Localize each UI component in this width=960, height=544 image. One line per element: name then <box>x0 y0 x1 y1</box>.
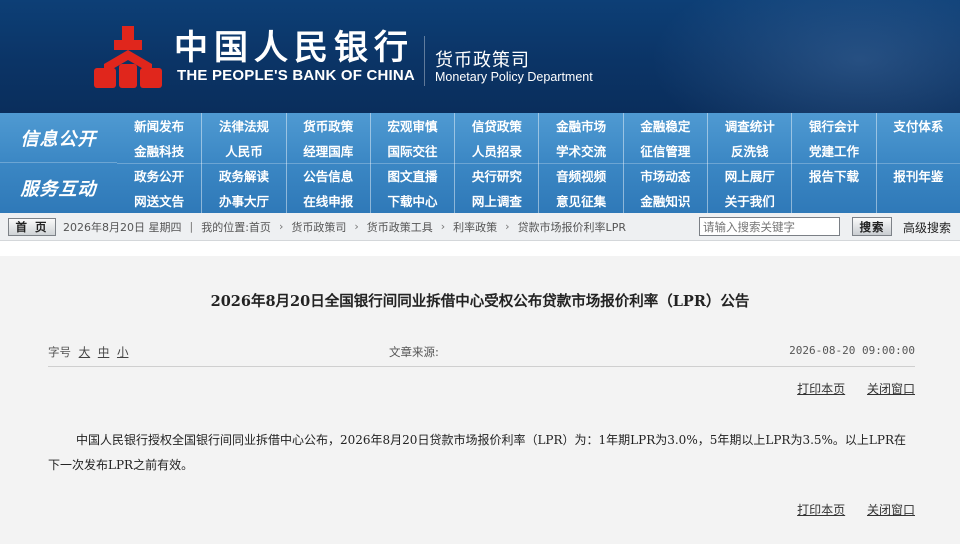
nav-item[interactable]: 下载中心 <box>369 188 454 213</box>
separator: | <box>189 220 194 233</box>
nav-item[interactable]: 新闻发布 <box>117 113 201 138</box>
breadcrumb-item[interactable]: 货币政策工具 <box>367 219 433 235</box>
nav-item[interactable]: 网上展厅 <box>707 163 791 188</box>
nav-item[interactable]: 征信管理 <box>622 138 707 163</box>
nav-item[interactable]: 央行研究 <box>454 163 538 188</box>
nav-item[interactable]: 金融知识 <box>622 188 707 213</box>
banner-glow <box>650 0 960 113</box>
header-divider <box>424 36 425 86</box>
main-nav: 信息公开 服务互动 新闻发布 法律法规 货币政策 宏观审慎 信贷政策 金融市场 … <box>0 113 960 213</box>
nav-item[interactable]: 报告下载 <box>791 163 875 188</box>
print-link[interactable]: 打印本页 <box>797 382 845 396</box>
nav-item[interactable]: 信贷政策 <box>454 113 538 138</box>
nav-item[interactable]: 政务公开 <box>117 163 201 188</box>
advanced-search-link[interactable]: 高级搜索 <box>903 219 951 236</box>
nav-item[interactable]: 网送文告 <box>117 188 201 213</box>
nav-item[interactable]: 办事大厅 <box>201 188 285 213</box>
nav-item[interactable]: 法律法规 <box>201 113 285 138</box>
font-large-link[interactable]: 大 <box>79 345 91 359</box>
nav-item-empty <box>875 138 960 163</box>
article-tools-top: 打印本页 关闭窗口 <box>779 380 915 397</box>
nav-item[interactable]: 宏观审慎 <box>369 113 454 138</box>
header-banner: 中国人民银行 THE PEOPLE'S BANK OF CHINA 货币政策司 … <box>0 0 960 113</box>
meta-divider <box>48 366 915 367</box>
nav-item[interactable]: 音频视频 <box>538 163 622 188</box>
nav-item[interactable]: 政务解读 <box>201 163 285 188</box>
breadcrumb-item[interactable]: 货币政策司 <box>291 219 346 235</box>
nav-item[interactable]: 关于我们 <box>707 188 791 213</box>
nav-row-2: 金融科技 人民币 经理国库 国际交往 人员招录 学术交流 征信管理 反洗钱 党建… <box>117 138 960 163</box>
font-small-link[interactable]: 小 <box>117 345 129 359</box>
bank-name-en: THE PEOPLE'S BANK OF CHINA <box>177 67 415 84</box>
nav-section-service: 服务互动 <box>20 179 97 200</box>
nav-item[interactable]: 货币政策 <box>285 113 370 138</box>
nav-row-3: 政务公开 政务解读 公告信息 图文直播 央行研究 音频视频 市场动态 网上展厅 … <box>117 163 960 188</box>
article-tools-bottom: 打印本页 关闭窗口 <box>779 501 915 518</box>
nav-item[interactable]: 网上调查 <box>454 188 538 213</box>
print-link[interactable]: 打印本页 <box>797 503 845 517</box>
chevron-right-icon: › <box>440 220 446 233</box>
nav-item[interactable]: 党建工作 <box>791 138 875 163</box>
chevron-right-icon: › <box>505 220 510 233</box>
nav-item-empty <box>791 188 875 213</box>
dept-name-cn: 货币政策司 <box>435 50 530 71</box>
nav-item[interactable]: 报刊年鉴 <box>875 163 960 188</box>
nav-item[interactable]: 国际交往 <box>369 138 454 163</box>
nav-item-empty <box>875 188 960 213</box>
breadcrumb-bar: 首 页 2026年8月20日 星期四 | 我的位置:首页 › 货币政策司 › 货… <box>0 213 960 241</box>
nav-item[interactable]: 公告信息 <box>285 163 370 188</box>
nav-item[interactable]: 支付体系 <box>875 113 960 138</box>
nav-section-info: 信息公开 <box>0 113 117 163</box>
pboc-logo-icon <box>94 26 162 88</box>
nav-item[interactable]: 学术交流 <box>538 138 622 163</box>
breadcrumb-item[interactable]: 利率政策 <box>453 219 497 235</box>
nav-item[interactable]: 金融科技 <box>117 138 201 163</box>
font-size-controls: 字号 大 中 小 <box>48 344 128 360</box>
search-button[interactable]: 搜索 <box>852 217 892 236</box>
nav-item[interactable]: 市场动态 <box>622 163 707 188</box>
home-button[interactable]: 首 页 <box>8 217 56 236</box>
search-input[interactable] <box>699 217 840 236</box>
nav-item[interactable]: 银行会计 <box>791 113 875 138</box>
nav-row-1: 新闻发布 法律法规 货币政策 宏观审慎 信贷政策 金融市场 金融稳定 调查统计 … <box>117 113 960 138</box>
breadcrumb: 2026年8月20日 星期四 | 我的位置:首页 › 货币政策司 › 货币政策工… <box>63 219 626 235</box>
chevron-right-icon: › <box>278 220 284 233</box>
article-meta: 字号 大 中 小 文章来源: 2026-08-20 09:00:00 <box>48 344 915 362</box>
close-window-link[interactable]: 关闭窗口 <box>867 382 915 396</box>
nav-item[interactable]: 人员招录 <box>454 138 538 163</box>
nav-item[interactable]: 经理国库 <box>285 138 370 163</box>
nav-item[interactable]: 金融稳定 <box>622 113 707 138</box>
nav-item[interactable]: 反洗钱 <box>707 138 791 163</box>
font-size-label: 字号 <box>48 345 71 359</box>
nav-item[interactable]: 调查统计 <box>707 113 791 138</box>
font-medium-link[interactable]: 中 <box>98 345 110 359</box>
article-title: 2026年8月20日全国银行间同业拆借中心受权公布贷款市场报价利率（LPR）公告 <box>210 293 750 310</box>
bank-name-cn: 中国人民银行 <box>174 28 414 68</box>
current-date: 2026年8月20日 星期四 <box>63 220 182 234</box>
article-content: 2026年8月20日全国银行间同业拆借中心受权公布贷款市场报价利率（LPR）公告… <box>0 256 960 544</box>
nav-item[interactable]: 图文直播 <box>369 163 454 188</box>
nav-item[interactable]: 在线申报 <box>285 188 370 213</box>
nav-row-4: 网送文告 办事大厅 在线申报 下载中心 网上调查 意见征集 金融知识 关于我们 <box>117 188 960 213</box>
breadcrumb-home[interactable]: 我的位置:首页 <box>201 219 271 235</box>
nav-item[interactable]: 意见征集 <box>538 188 622 213</box>
article-body: 中国人民银行授权全国银行间同业拆借中心公布，2026年8月20日贷款市场报价利率… <box>48 433 907 472</box>
dept-name-en: Monetary Policy Department <box>435 70 593 84</box>
close-window-link[interactable]: 关闭窗口 <box>867 503 915 517</box>
article-datetime: 2026-08-20 09:00:00 <box>789 344 915 357</box>
chevron-right-icon: › <box>354 220 359 233</box>
breadcrumb-item[interactable]: 贷款市场报价利率LPR <box>518 219 626 235</box>
article-source: 文章来源: <box>389 345 439 359</box>
nav-item[interactable]: 金融市场 <box>538 113 622 138</box>
nav-item[interactable]: 人民币 <box>201 138 285 163</box>
